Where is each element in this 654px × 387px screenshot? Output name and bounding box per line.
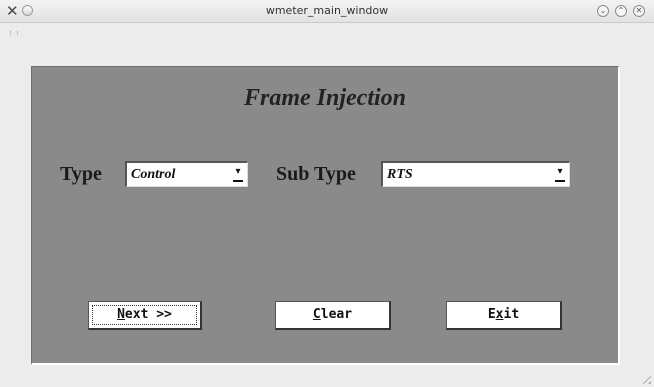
page-title: Frame Injection (243, 85, 406, 111)
dropdown-arrow-icon[interactable]: ▾ (233, 166, 243, 182)
next-button[interactable]: Next >> (88, 301, 202, 330)
exit-button-label: Exit (487, 307, 520, 322)
type-select-value: Control (131, 167, 176, 182)
grip-handle (10, 31, 18, 35)
exit-button[interactable]: Exit (446, 301, 562, 330)
close-icon[interactable]: ✕ (633, 5, 645, 17)
subtype-select-value: RTS (387, 167, 413, 182)
clear-button[interactable]: Clear (275, 301, 391, 330)
subtype-select[interactable]: RTS ▾ (381, 161, 570, 187)
window-title: wmeter_main_window (265, 4, 389, 17)
minimize-icon[interactable]: ⌄ (597, 5, 609, 17)
subtype-label: Sub Type (276, 163, 356, 185)
maximize-icon[interactable]: ⌃ (615, 5, 627, 17)
next-button-label: Next >> (117, 307, 172, 322)
resize-grip-icon[interactable] (639, 372, 651, 384)
type-select[interactable]: Control ▾ (125, 161, 248, 187)
frame-injection-panel: Frame Injection Type Control ▾ Sub Type … (31, 66, 620, 365)
dropdown-arrow-icon[interactable]: ▾ (555, 166, 565, 182)
type-label: Type (60, 163, 102, 185)
clear-button-label: Clear (312, 307, 353, 322)
title-bar[interactable]: ✕ wmeter_main_window ⌄ ⌃ ✕ (0, 0, 654, 23)
